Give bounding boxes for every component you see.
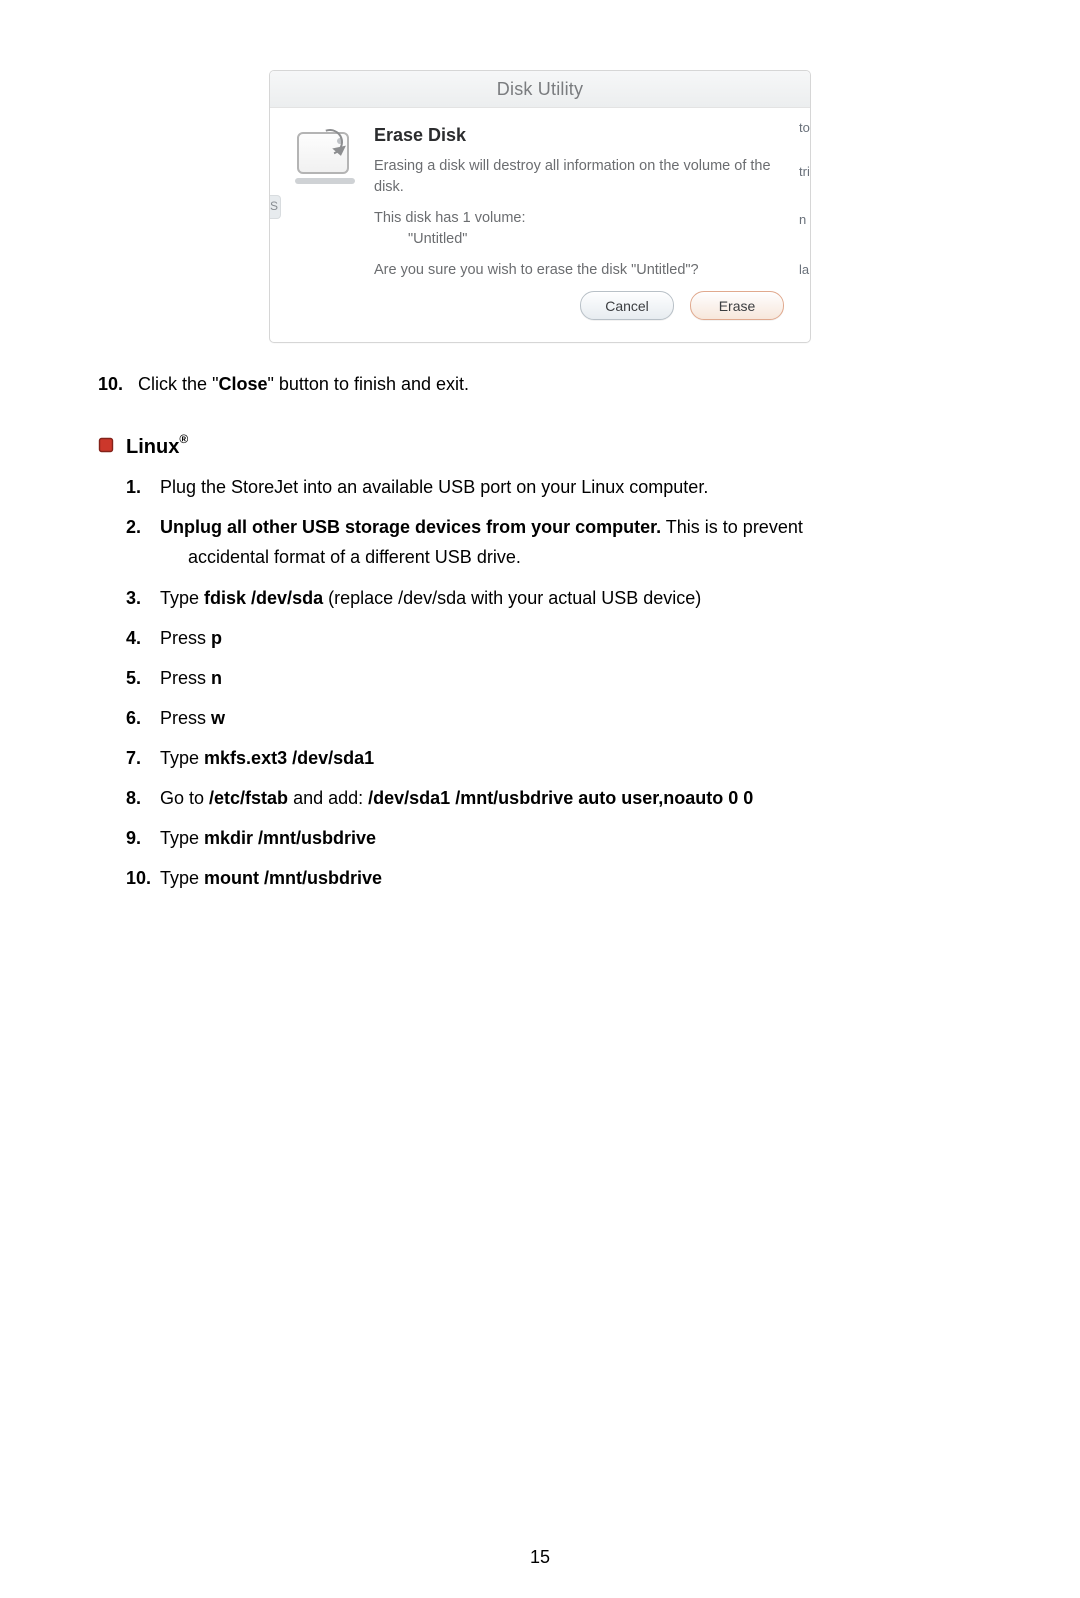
dialog-message-col: Erase Disk Erasing a disk will destroy a…	[374, 122, 784, 320]
dialog-msg-2-line1: This disk has 1 volume:	[374, 210, 526, 226]
list-item: 2.Unplug all other USB storage devices f…	[126, 514, 982, 570]
step-text: Type mkfs.ext3 /dev/sda1	[160, 745, 982, 771]
step-text: Press w	[160, 705, 982, 731]
linux-title-text: Linux	[126, 433, 179, 462]
step-text-continuation: accidental format of a different USB dri…	[160, 544, 982, 570]
step-num: 6.	[126, 705, 160, 731]
step-num: 1.	[126, 474, 160, 500]
page: Disk Utility S to tri n la Erase Disk Er	[0, 70, 1080, 1598]
step-text: Press p	[160, 625, 982, 651]
linux-section-header: Linux®	[98, 433, 982, 462]
bullet-icon	[98, 437, 114, 453]
figure-wrap: Disk Utility S to tri n la Erase Disk Er	[98, 70, 982, 343]
list-item: 9.Type mkdir /mnt/usbdrive	[126, 825, 982, 851]
dialog-body: Erase Disk Erasing a disk will destroy a…	[270, 108, 810, 342]
step-text-post: " button to finish and exit.	[268, 374, 470, 394]
list-item: 4.Press p	[126, 625, 982, 651]
step-text: Go to /etc/fstab and add: /dev/sda1 /mnt…	[160, 785, 982, 811]
step-num: 10.	[98, 374, 123, 394]
list-item: 8.Go to /etc/fstab and add: /dev/sda1 /m…	[126, 785, 982, 811]
registered-mark: ®	[179, 431, 188, 448]
dialog-msg-1: Erasing a disk will destroy all informat…	[374, 156, 784, 198]
step-text: Type fdisk /dev/sda (replace /dev/sda wi…	[160, 585, 982, 611]
step-text: Type mkdir /mnt/usbdrive	[160, 825, 982, 851]
page-number: 15	[0, 1544, 1080, 1570]
step-text: Unplug all other USB storage devices fro…	[160, 514, 982, 570]
step-text-pre: Click the "	[138, 374, 218, 394]
list-item: 10.Type mount /mnt/usbdrive	[126, 865, 982, 891]
dialog-icon-col	[288, 122, 360, 320]
erase-button[interactable]: Erase	[690, 291, 784, 320]
linux-steps-list: 1.Plug the StoreJet into an available US…	[126, 474, 982, 891]
step-num: 10.	[126, 865, 160, 891]
dialog-titlebar: Disk Utility	[270, 71, 810, 108]
list-item: 7.Type mkfs.ext3 /dev/sda1	[126, 745, 982, 771]
step-num: 3.	[126, 585, 160, 611]
dialog-heading: Erase Disk	[374, 122, 784, 148]
step-num: 9.	[126, 825, 160, 851]
step-num: 2.	[126, 514, 160, 570]
step-10-close: 10. Click the "Close" button to finish a…	[98, 371, 982, 397]
dialog-msg-3: Are you sure you wish to erase the disk …	[374, 260, 784, 281]
cancel-button[interactable]: Cancel	[580, 291, 674, 320]
linux-title: Linux®	[126, 433, 188, 462]
content: 10. Click the "Close" button to finish a…	[98, 371, 982, 891]
step-num: 8.	[126, 785, 160, 811]
step-text-bold: Close	[218, 374, 267, 394]
step-num: 4.	[126, 625, 160, 651]
dialog-buttons: Cancel Erase	[374, 291, 784, 320]
step-num: 5.	[126, 665, 160, 691]
dialog-msg-2: This disk has 1 volume: "Untitled"	[374, 208, 784, 250]
list-item: 6.Press w	[126, 705, 982, 731]
step-text: Plug the StoreJet into an available USB …	[160, 474, 982, 500]
step-text: Press n	[160, 665, 982, 691]
list-item: 5.Press n	[126, 665, 982, 691]
step-text: Type mount /mnt/usbdrive	[160, 865, 982, 891]
list-item: 1.Plug the StoreJet into an available US…	[126, 474, 982, 500]
erase-disk-dialog: Disk Utility S to tri n la Erase Disk Er	[269, 70, 811, 343]
step-num: 7.	[126, 745, 160, 771]
dialog-msg-2-line2: "Untitled"	[374, 231, 467, 247]
list-item: 3.Type fdisk /dev/sda (replace /dev/sda …	[126, 585, 982, 611]
erase-disk-icon	[293, 126, 355, 186]
